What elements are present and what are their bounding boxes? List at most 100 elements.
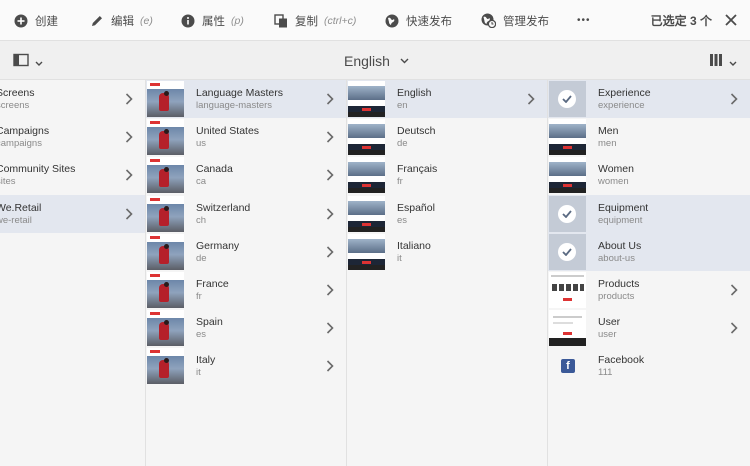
chevron-right-icon[interactable] bbox=[125, 131, 133, 143]
item-title: Screens bbox=[0, 87, 35, 99]
list-item[interactable]: About Us about-us bbox=[548, 232, 750, 271]
list-item[interactable]: Switzerland ch bbox=[146, 195, 346, 233]
manage-publish-button[interactable]: 管理发布 bbox=[481, 0, 549, 41]
selection-count: 已选定 3 个 bbox=[650, 14, 712, 28]
thumbnail bbox=[147, 119, 184, 156]
list-item[interactable]: Products products bbox=[548, 271, 750, 309]
chevron-right-icon[interactable] bbox=[527, 93, 535, 105]
list-item[interactable]: f Facebook 111 bbox=[548, 347, 750, 385]
thumbnail-selected[interactable] bbox=[549, 81, 586, 117]
list-item[interactable]: We.Retail we-retail bbox=[0, 194, 145, 233]
chevron-right-icon[interactable] bbox=[326, 322, 334, 334]
pencil-icon bbox=[89, 13, 104, 28]
list-item[interactable]: Canada ca bbox=[146, 156, 346, 194]
page-title-select[interactable]: English bbox=[344, 41, 409, 80]
chevron-right-icon[interactable] bbox=[125, 169, 133, 181]
copy-shortcut: (ctrl+c) bbox=[324, 14, 357, 27]
manage-publish-label: 管理发布 bbox=[503, 15, 549, 28]
item-name: equipment bbox=[598, 214, 643, 226]
item-title: Canada bbox=[196, 163, 233, 176]
list-item[interactable]: Community Sites sites bbox=[0, 156, 145, 194]
thumbnail-selected[interactable] bbox=[549, 195, 586, 232]
list-item[interactable]: Screens screens bbox=[0, 80, 145, 118]
add-circle-icon bbox=[13, 13, 28, 28]
thumbnail bbox=[348, 119, 385, 156]
thumbnail bbox=[348, 195, 385, 232]
item-name: women bbox=[598, 176, 629, 188]
item-name: products bbox=[598, 290, 635, 302]
list-item[interactable]: Equipment equipment bbox=[548, 194, 750, 233]
column-4: Experience experience Men men Women wome… bbox=[548, 80, 750, 466]
chevron-right-icon[interactable] bbox=[326, 93, 334, 105]
item-title: Italy bbox=[196, 354, 216, 367]
item-name: sites bbox=[0, 176, 16, 188]
item-title: Facebook bbox=[598, 354, 645, 367]
item-name: it bbox=[397, 252, 402, 264]
chevron-down-icon bbox=[729, 54, 737, 72]
chevron-right-icon[interactable] bbox=[730, 284, 738, 296]
view-toggle-button[interactable] bbox=[709, 53, 737, 72]
chevron-right-icon[interactable] bbox=[326, 207, 334, 220]
item-name: 111 bbox=[598, 367, 613, 379]
list-item[interactable]: Italy it bbox=[146, 347, 346, 385]
chevron-right-icon[interactable] bbox=[125, 207, 133, 220]
quick-publish-button[interactable]: 快速发布 bbox=[384, 0, 452, 41]
thumbnail bbox=[147, 233, 184, 270]
more-button[interactable]: ••• bbox=[577, 0, 591, 41]
thumbnail-selected[interactable] bbox=[549, 233, 586, 270]
item-name: ch bbox=[196, 214, 207, 226]
item-title: Français bbox=[397, 163, 438, 176]
copy-button[interactable]: 复制 (ctrl+c) bbox=[273, 0, 356, 41]
list-item[interactable]: Italiano it bbox=[347, 233, 547, 271]
chevron-right-icon[interactable] bbox=[730, 93, 738, 105]
item-name: men bbox=[598, 138, 617, 150]
item-title: User bbox=[598, 316, 621, 329]
chevron-right-icon[interactable] bbox=[326, 284, 334, 296]
edit-button[interactable]: 编辑 (e) bbox=[89, 0, 153, 41]
close-icon[interactable] bbox=[724, 13, 738, 27]
item-title: Switzerland bbox=[196, 201, 251, 214]
chevron-right-icon[interactable] bbox=[326, 169, 334, 181]
rail-toggle-button[interactable] bbox=[13, 53, 43, 72]
list-item[interactable]: English en bbox=[347, 80, 547, 119]
list-item[interactable]: Français fr bbox=[347, 156, 547, 194]
properties-button[interactable]: 属性 (p) bbox=[180, 0, 244, 41]
list-item[interactable]: France fr bbox=[146, 271, 346, 309]
list-item[interactable]: User user bbox=[548, 309, 750, 347]
item-name: de bbox=[397, 138, 408, 150]
thumbnail bbox=[147, 348, 184, 385]
list-item[interactable]: Campaigns campaigns bbox=[0, 118, 145, 156]
list-item[interactable]: Experience experience bbox=[548, 80, 750, 119]
item-name: es bbox=[397, 214, 408, 226]
list-item[interactable]: Women women bbox=[548, 156, 750, 194]
chevron-right-icon[interactable] bbox=[730, 322, 738, 334]
column-view: Screens screens Campaigns campaigns Comm… bbox=[0, 80, 750, 466]
chevron-right-icon[interactable] bbox=[125, 93, 133, 105]
chevron-right-icon[interactable] bbox=[326, 360, 334, 372]
thumbnail bbox=[147, 195, 184, 232]
item-title: Italiano bbox=[397, 239, 431, 252]
item-title: Campaigns bbox=[0, 125, 50, 138]
checkmark-icon bbox=[562, 209, 572, 218]
chevron-right-icon[interactable] bbox=[326, 131, 334, 143]
list-item[interactable]: Men men bbox=[548, 118, 750, 156]
list-item[interactable]: Deutsch de bbox=[347, 118, 547, 156]
item-name: en bbox=[397, 100, 408, 111]
list-item[interactable]: United States us bbox=[146, 118, 346, 156]
thumbnail bbox=[549, 157, 586, 194]
list-item[interactable]: Germany de bbox=[146, 233, 346, 271]
thumbnail bbox=[147, 81, 184, 117]
rail-toggle-icon bbox=[13, 53, 29, 72]
item-title: Community Sites bbox=[0, 163, 76, 176]
more-icon: ••• bbox=[577, 15, 591, 26]
chevron-right-icon[interactable] bbox=[326, 246, 334, 258]
list-item[interactable]: Español es bbox=[347, 195, 547, 233]
item-title: Español bbox=[397, 201, 435, 214]
create-button[interactable]: 创建 bbox=[13, 0, 58, 41]
chevron-down-icon bbox=[400, 58, 409, 63]
list-item[interactable]: Spain es bbox=[146, 309, 346, 347]
title-bar: English bbox=[0, 41, 750, 80]
item-title: Deutsch bbox=[397, 125, 436, 138]
facebook-icon: f bbox=[561, 359, 575, 374]
list-item[interactable]: Language Masters language-masters bbox=[146, 80, 346, 119]
